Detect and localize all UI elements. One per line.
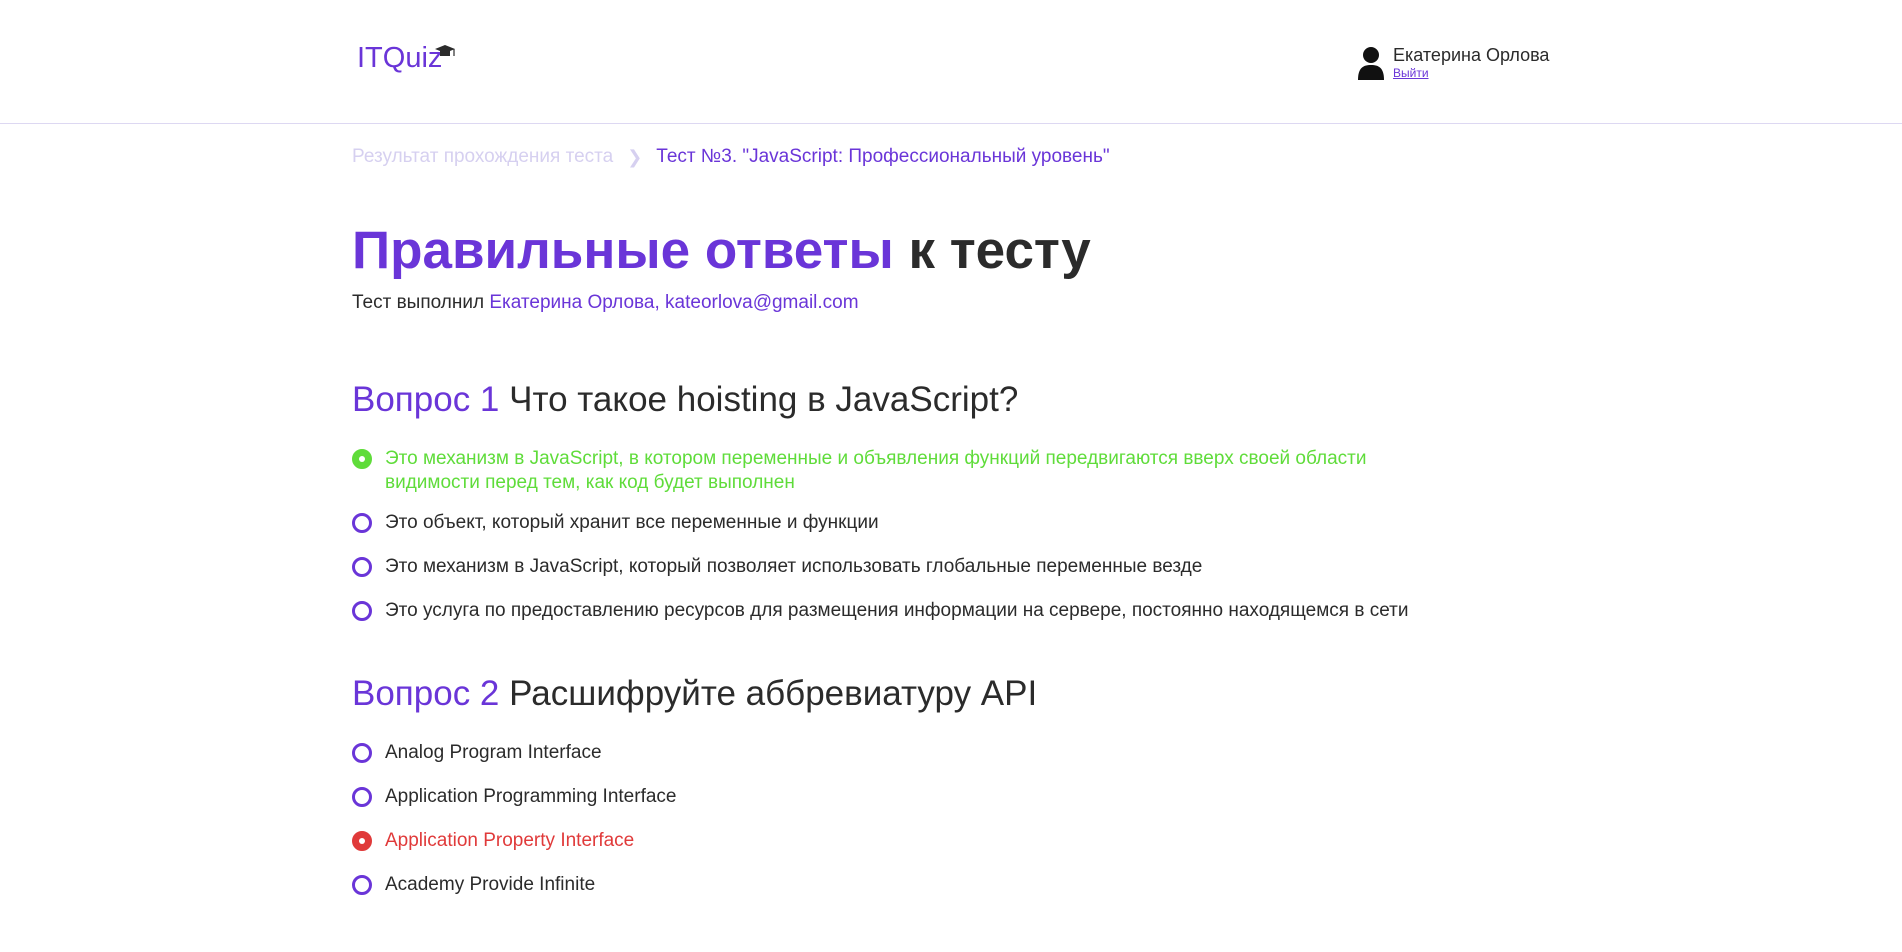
graduation-cap-icon [435, 45, 456, 56]
radio-icon [352, 557, 372, 577]
radio-icon [352, 513, 372, 533]
radio-icon [352, 601, 372, 621]
radio-correct-icon [352, 449, 372, 469]
breadcrumb: Результат прохождения теста ❯ Тест №3. "… [352, 146, 1582, 168]
question-number: Вопрос 2 [352, 674, 500, 713]
answer-label: Это механизм в JavaScript, который позво… [385, 556, 1203, 577]
logo-text: ITQuiz [357, 42, 443, 74]
logout-link[interactable]: Выйти [1393, 66, 1549, 80]
answer-label: Academy Provide Infinite [385, 874, 596, 895]
answer-option[interactable]: Analog Program Interface [352, 741, 1582, 765]
answer-option[interactable]: Это объект, который хранит все переменны… [352, 511, 1582, 535]
answer-label: Это услуга по предоставлению ресурсов дл… [385, 600, 1409, 621]
page-title: Правильные ответы к тесту [352, 221, 1582, 281]
answer-label: Это механизм в JavaScript, в котором пер… [385, 448, 1367, 493]
answer-label: Analog Program Interface [385, 742, 602, 763]
answer-label: Application Property Interface [385, 830, 635, 851]
test-taker-name: Екатерина Орлова, kateorlova@gmail.com [489, 292, 859, 313]
answer-option[interactable]: Academy Provide Infinite [352, 873, 1582, 897]
breadcrumb-link-results[interactable]: Результат прохождения теста [352, 146, 613, 168]
answer-option[interactable]: Это механизм в JavaScript, который позво… [352, 555, 1582, 579]
page-title-rest: к тесту [908, 221, 1091, 280]
user-menu: Екатерина Орлова Выйти [1357, 44, 1549, 80]
radio-icon [352, 743, 372, 763]
site-header: ITQuiz Екатерина Орлова Выйти [0, 0, 1902, 124]
radio-icon [352, 787, 372, 807]
answer-list: Analog Program Interface Application Pro… [352, 741, 1582, 897]
user-info: Екатерина Орлова Выйти [1393, 44, 1549, 80]
answer-option[interactable]: Это услуга по предоставлению ресурсов дл… [352, 599, 1582, 623]
main-content: Результат прохождения теста ❯ Тест №3. "… [352, 124, 1582, 917]
test-taker-prefix: Тест выполнил [352, 292, 485, 313]
chevron-right-icon: ❯ [627, 146, 643, 167]
question-text: Расшифруйте аббревиатуру API [509, 674, 1038, 713]
user-icon[interactable] [1357, 46, 1385, 80]
question-text: Что такое hoisting в JavaScript? [509, 380, 1019, 419]
question-2: Вопрос 2 Расшифруйте аббревиатуру API An… [352, 673, 1582, 897]
answer-option[interactable]: Application Property Interface [352, 829, 1582, 853]
breadcrumb-current: Тест №3. "JavaScript: Профессиональный у… [656, 146, 1110, 167]
question-title: Вопрос 1 Что такое hoisting в JavaScript… [352, 379, 1582, 421]
radio-icon [352, 875, 372, 895]
user-name: Екатерина Орлова [1393, 45, 1550, 65]
question-1: Вопрос 1 Что такое hoisting в JavaScript… [352, 379, 1582, 623]
question-title: Вопрос 2 Расшифруйте аббревиатуру API [352, 673, 1582, 715]
answer-option[interactable]: Это механизм в JavaScript, в котором пер… [352, 447, 1582, 495]
answer-list: Это механизм в JavaScript, в котором пер… [352, 447, 1582, 623]
page-title-accent: Правильные ответы [352, 221, 894, 280]
logo[interactable]: ITQuiz [357, 42, 456, 75]
question-number: Вопрос 1 [352, 380, 500, 419]
answer-label: Это объект, который хранит все переменны… [385, 512, 879, 533]
answer-option[interactable]: Application Programming Interface [352, 785, 1582, 809]
test-taker-info: Тест выполнил Екатерина Орлова, kateorlo… [352, 291, 1582, 315]
answer-label: Application Programming Interface [385, 786, 677, 807]
radio-wrong-icon [352, 831, 372, 851]
